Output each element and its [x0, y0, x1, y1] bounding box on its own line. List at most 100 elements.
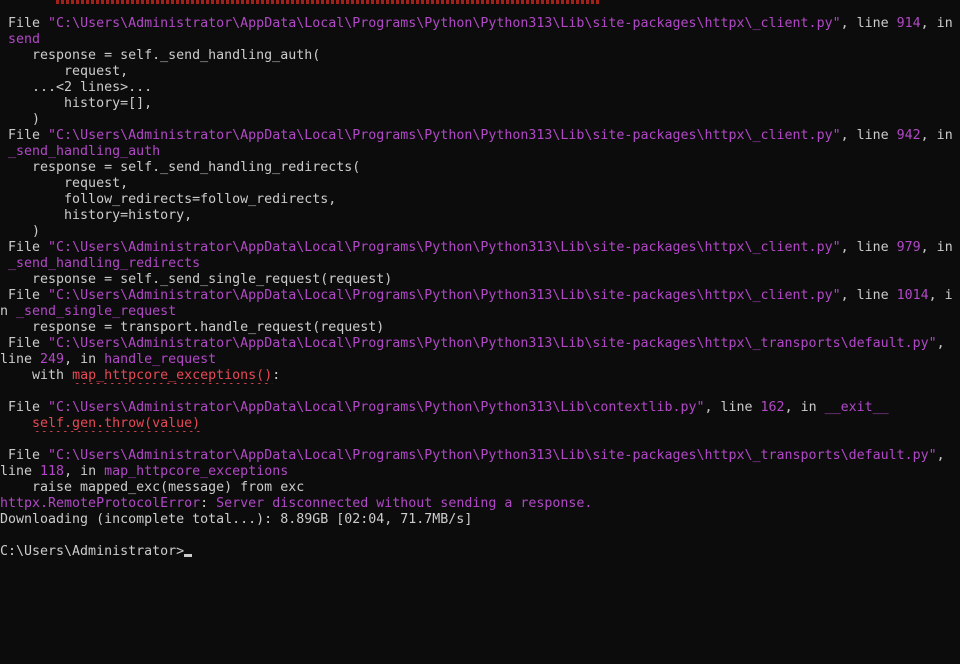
terminal-line: response = transport.handle_request(requ…	[0, 320, 960, 336]
terminal-text: httpx.RemoteProtocolError	[0, 496, 201, 511]
terminal-text: response = self._send_single_request(req…	[0, 272, 393, 287]
terminal-text: map_httpcore_exceptions()	[72, 368, 273, 383]
terminal-line: n _send_single_request	[0, 304, 960, 320]
terminal-text: , in	[64, 352, 105, 367]
terminal-text: map_httpcore_exceptions	[104, 464, 289, 479]
terminal-text: Server disconnected without sending a re…	[216, 496, 593, 511]
terminal-line: httpx.RemoteProtocolError: Server discon…	[0, 496, 960, 512]
terminal-line: line 249, in handle_request	[0, 352, 960, 368]
terminal-line: ...<2 lines>...	[0, 80, 960, 96]
terminal-line: raise mapped_exc(message) from exc	[0, 480, 960, 496]
terminal-text: response = transport.handle_request(requ…	[0, 320, 385, 335]
terminal-text: handle_request	[104, 352, 217, 367]
terminal-text: raise mapped_exc(message) from exc	[0, 480, 305, 495]
terminal-text: "C:\Users\Administrator\AppData\Local\Pr…	[48, 240, 841, 255]
terminal-line: Downloading (incomplete total...): 8.89G…	[0, 512, 960, 528]
terminal-text: File	[0, 128, 49, 143]
terminal-text: 914	[896, 16, 921, 31]
terminal-line: follow_redirects=follow_redirects,	[0, 192, 960, 208]
terminal-text: , i	[928, 288, 953, 303]
terminal-text: ,	[936, 448, 945, 463]
terminal-text: 942	[896, 128, 921, 143]
terminal-line: line 118, in map_httpcore_exceptions	[0, 464, 960, 480]
terminal-text: line	[0, 464, 41, 479]
terminal-line: request,	[0, 176, 960, 192]
terminal-text: "C:\Users\Administrator\AppData\Local\Pr…	[48, 400, 705, 415]
terminal-line: File "C:\Users\Administrator\AppData\Loc…	[0, 288, 960, 304]
terminal-text: send	[0, 32, 41, 47]
terminal-text: File	[0, 288, 49, 303]
terminal-text: _send_single_request	[16, 304, 177, 319]
terminal-text: 162	[760, 400, 785, 415]
terminal-text: history=[],	[0, 96, 153, 111]
terminal-line: File "C:\Users\Administrator\AppData\Loc…	[0, 240, 960, 256]
terminal-text: "C:\Users\Administrator\AppData\Local\Pr…	[48, 336, 937, 351]
terminal-text: 979	[896, 240, 921, 255]
terminal-line: history=[],	[0, 96, 960, 112]
terminal-text: , in	[64, 464, 105, 479]
error-squiggle-underline	[56, 0, 600, 4]
terminal-text: , line	[840, 288, 897, 303]
terminal-text: with	[0, 368, 73, 383]
terminal-line: File "C:\Users\Administrator\AppData\Loc…	[0, 400, 960, 416]
terminal-text: , line	[704, 400, 761, 415]
terminal-text: , line	[840, 128, 897, 143]
terminal-line: File "C:\Users\Administrator\AppData\Loc…	[0, 128, 960, 144]
terminal-output: File "C:\Users\Administrator\AppData\Loc…	[0, 16, 960, 560]
terminal-text: , line	[840, 16, 897, 31]
terminal-text: response = self._send_handling_redirects…	[0, 160, 361, 175]
terminal-line: File "C:\Users\Administrator\AppData\Loc…	[0, 16, 960, 32]
terminal-text: )	[0, 224, 41, 239]
terminal-line: _send_handling_auth	[0, 144, 960, 160]
terminal-text: request,	[0, 176, 129, 191]
terminal-text: ...<2 lines>...	[0, 80, 153, 95]
terminal-text: _send_handling_auth	[0, 144, 161, 159]
terminal-line: history=history,	[0, 208, 960, 224]
terminal-text: File	[0, 16, 49, 31]
terminal-text: "C:\Users\Administrator\AppData\Local\Pr…	[48, 448, 937, 463]
terminal-line: with map_httpcore_exceptions():	[0, 368, 960, 384]
terminal-text: ,	[936, 336, 945, 351]
terminal-text: "C:\Users\Administrator\AppData\Local\Pr…	[48, 288, 841, 303]
terminal-text: :	[272, 368, 281, 383]
terminal-line: _send_handling_redirects	[0, 256, 960, 272]
terminal-text: , line	[840, 240, 897, 255]
terminal-text: 1014	[896, 288, 929, 303]
terminal-text: 118	[40, 464, 65, 479]
terminal-text: , in	[920, 128, 953, 143]
terminal-line: )	[0, 112, 960, 128]
terminal-text: , in	[920, 240, 953, 255]
terminal-text: history=history,	[0, 208, 193, 223]
terminal-text: File	[0, 240, 49, 255]
terminal-line: )	[0, 224, 960, 240]
terminal-text: response = self._send_handling_auth(	[0, 48, 321, 63]
terminal-line: request,	[0, 64, 960, 80]
terminal-text: n	[0, 304, 17, 319]
terminal-line: self.gen.throw(value)	[0, 416, 960, 432]
terminal-text: "C:\Users\Administrator\AppData\Local\Pr…	[48, 16, 841, 31]
terminal-line: File "C:\Users\Administrator\AppData\Loc…	[0, 448, 960, 464]
terminal-line: File "C:\Users\Administrator\AppData\Loc…	[0, 336, 960, 352]
terminal-text: follow_redirects=follow_redirects,	[0, 192, 337, 207]
terminal-text: line	[0, 352, 41, 367]
terminal-text: File	[0, 336, 49, 351]
terminal-text: 249	[40, 352, 65, 367]
terminal-text: self.gen.throw(value)	[32, 416, 201, 431]
terminal-line: response = self._send_handling_redirects…	[0, 160, 960, 176]
terminal-line: response = self._send_handling_auth(	[0, 48, 960, 64]
terminal-text: Downloading (incomplete total...): 8.89G…	[0, 512, 473, 527]
terminal-text: File	[0, 448, 49, 463]
terminal-text: , in	[920, 16, 953, 31]
terminal-text: C:\Users\Administrator>	[0, 544, 185, 559]
terminal-text: , in	[784, 400, 825, 415]
terminal-window[interactable]: File "C:\Users\Administrator\AppData\Loc…	[0, 0, 960, 664]
terminal-line: C:\Users\Administrator>	[0, 544, 960, 560]
terminal-text: __exit__	[824, 400, 889, 415]
terminal-line: response = self._send_single_request(req…	[0, 272, 960, 288]
terminal-text: File	[0, 400, 49, 415]
terminal-text: "C:\Users\Administrator\AppData\Local\Pr…	[48, 128, 841, 143]
